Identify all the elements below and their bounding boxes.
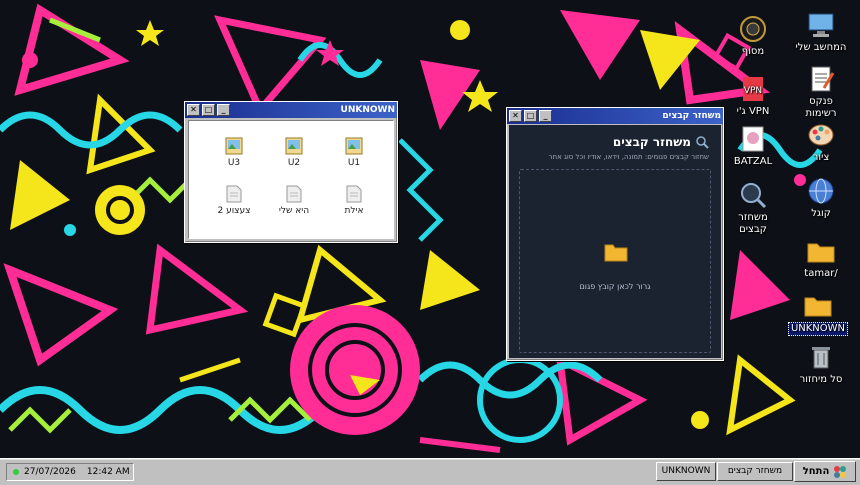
file-item[interactable]: צעצוע 2 xyxy=(209,185,259,216)
folder-icon xyxy=(807,243,835,263)
image-file-icon xyxy=(345,137,363,155)
desktop-icon-vpn[interactable]: VPN ג'י VPN xyxy=(722,74,784,118)
batzal-icon xyxy=(742,126,764,152)
clock-time: 12:42 AM xyxy=(86,467,130,477)
desktop-icon-label: משחזר קבצים xyxy=(738,212,768,235)
desktop-icon-google[interactable]: קוגל xyxy=(790,176,852,220)
drop-zone-text: גרור לכאן קובץ פגום xyxy=(579,282,651,291)
desktop-icon-my-computer[interactable]: המחשב שלי xyxy=(790,10,852,54)
desktop-icon-notepad[interactable]: פנקס רשימות xyxy=(790,64,852,120)
svg-text:VPN: VPN xyxy=(744,86,762,96)
file-item[interactable]: U3 xyxy=(209,137,259,168)
image-file-icon xyxy=(285,137,303,155)
desktop-icon-file-recovery[interactable]: משחזר קבצים xyxy=(722,180,784,236)
computer-icon xyxy=(808,13,834,37)
file-name: U1 xyxy=(347,158,361,168)
paint-icon xyxy=(808,124,834,146)
notepad-icon xyxy=(811,66,835,92)
file-recovery-window[interactable]: ✕ □ _ משחזר קבצים משחזר קבצים שחזור קבצי… xyxy=(506,107,724,361)
file-drop-zone[interactable]: גרור לכאן קובץ פגום xyxy=(519,169,711,353)
status-dot-icon xyxy=(13,469,19,475)
file-name: צעצוע 2 xyxy=(217,206,251,216)
title-bar[interactable]: ✕ □ _ UNKNOWN xyxy=(185,102,397,118)
window-controls: ✕ □ _ xyxy=(187,104,230,116)
system-clock[interactable]: 27/07/2026 12:42 AM xyxy=(6,463,134,481)
desktop-icon-paint[interactable]: ציור xyxy=(790,120,852,164)
taskbar-button-unknown[interactable]: UNKNOWN xyxy=(656,462,716,481)
file-name: היא שלי xyxy=(278,206,310,216)
desktop-icon-folder-unknown[interactable]: UNKNOWN xyxy=(787,290,849,336)
recycle-bin-icon xyxy=(812,347,830,369)
folder-icon xyxy=(804,297,832,317)
desktop-icon-label: מסוף xyxy=(741,46,765,57)
desktop-icon-label: ג'י VPN xyxy=(736,106,770,117)
taskbar: 27/07/2026 12:42 AM UNKNOWN משחזר קבצים … xyxy=(0,458,860,485)
recovery-subtitle: שחזור קבצים פגומים: תמונה, וידאו, אודיו … xyxy=(548,153,709,161)
unknown-folder-window[interactable]: ✕ □ _ UNKNOWN U1 U2 U3 אילת היא שלי צעצו… xyxy=(184,101,398,243)
desktop-icon-label: tamar/ xyxy=(804,268,838,279)
recovery-panel: משחזר קבצים שחזור קבצים פגומים: תמונה, ו… xyxy=(509,125,721,358)
file-item[interactable]: אילת xyxy=(329,185,379,216)
close-button[interactable]: ✕ xyxy=(187,104,200,116)
start-label: התחל xyxy=(802,466,830,477)
desktop-icon-terminal[interactable]: מסוף xyxy=(722,14,784,58)
image-file-icon xyxy=(225,137,243,155)
file-name: אילת xyxy=(344,206,364,216)
desktop-icon-recycle-bin[interactable]: סל מיחזור xyxy=(790,342,852,386)
desktop-icon-label: המחשב שלי xyxy=(795,42,847,53)
taskbar-button-file-recovery[interactable]: משחזר קבצים xyxy=(717,462,793,481)
magnifier-icon xyxy=(696,136,709,149)
maximize-button[interactable]: □ xyxy=(202,104,215,116)
file-item[interactable]: U1 xyxy=(329,137,379,168)
window-title: משחזר קבצים xyxy=(662,111,721,121)
folder-content: U1 U2 U3 אילת היא שלי צעצוע 2 xyxy=(188,120,394,239)
clock-date: 27/07/2026 xyxy=(24,467,76,477)
desktop-icon-batzal[interactable]: BATZAL xyxy=(722,124,784,168)
window-title: UNKNOWN xyxy=(340,105,395,115)
window-controls: ✕ □ _ xyxy=(509,110,552,122)
vpn-icon: VPN xyxy=(743,77,763,101)
desktop-icon-label: פנקס רשימות xyxy=(805,96,837,119)
minimize-button[interactable]: _ xyxy=(539,110,552,122)
desktop-icon-label: UNKNOWN xyxy=(787,322,849,336)
document-icon xyxy=(286,185,302,203)
title-bar[interactable]: ✕ □ _ משחזר קבצים xyxy=(507,108,723,124)
desktop-icon-label: סל מיחזור xyxy=(799,374,843,385)
folder-icon xyxy=(604,244,628,262)
desktop-icon-label: BATZAL xyxy=(733,156,773,167)
desktop-icon-label: ציור xyxy=(812,152,830,163)
terminal-icon xyxy=(740,16,766,42)
maximize-button[interactable]: □ xyxy=(524,110,537,122)
document-icon xyxy=(346,185,362,203)
minimize-button[interactable]: _ xyxy=(217,104,230,116)
document-icon xyxy=(226,185,242,203)
recovery-heading: משחזר קבצים xyxy=(612,135,691,149)
start-button[interactable]: התחל xyxy=(794,461,856,482)
close-button[interactable]: ✕ xyxy=(509,110,522,122)
desktop: המחשב שלי מסוף פנקס רשימות VPN ג'י VPN צ… xyxy=(0,0,860,458)
file-name: U2 xyxy=(287,158,301,168)
file-item[interactable]: היא שלי xyxy=(269,185,319,216)
file-item[interactable]: U2 xyxy=(269,137,319,168)
windows-logo-icon xyxy=(834,465,847,478)
globe-icon xyxy=(808,178,834,204)
file-name: U3 xyxy=(227,158,241,168)
desktop-icon-folder-tamar[interactable]: tamar/ xyxy=(790,236,852,280)
desktop-icon-label: קוגל xyxy=(811,208,831,219)
recovery-icon xyxy=(741,183,767,209)
